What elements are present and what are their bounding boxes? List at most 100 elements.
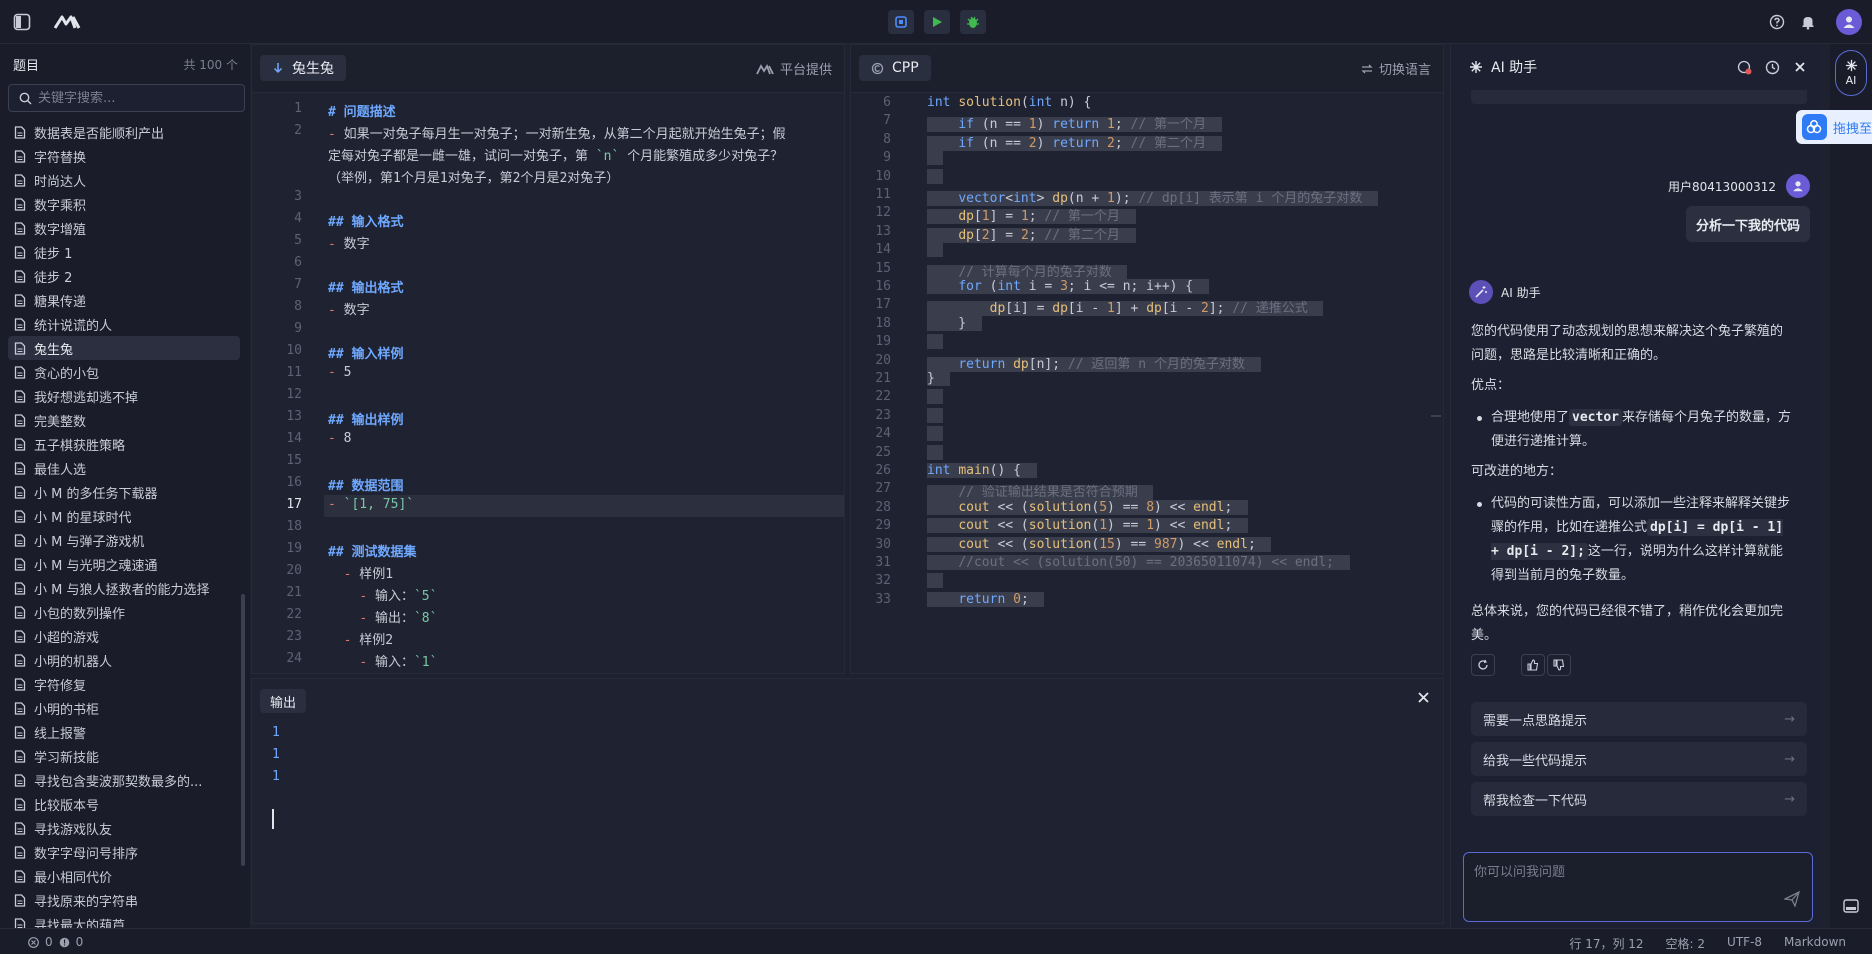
- problem-list-item[interactable]: 时尚达人: [8, 168, 240, 192]
- suggestion-hint[interactable]: 需要一点思路提示 →: [1471, 702, 1807, 736]
- line-number: 26: [875, 463, 891, 478]
- problem-list-item[interactable]: 贪心的小包: [8, 360, 240, 384]
- send-icon[interactable]: [1782, 890, 1801, 911]
- user-avatar[interactable]: [1836, 9, 1862, 35]
- output-cursor[interactable]: [272, 809, 274, 829]
- problem-list-item[interactable]: 数据表是否能顺利产出: [8, 120, 240, 144]
- problem-markdown-editor[interactable]: 1 # 问题描述 2 - 如果一对兔子每月生一对兔子；一对新生兔，从第二个月起就开始生…: [252, 93, 844, 673]
- suggestion-code-hint[interactable]: 给我一些代码提示 →: [1471, 742, 1807, 776]
- help-icon[interactable]: [1766, 11, 1788, 33]
- problem-list-item[interactable]: 小 M 的多任务下载器: [8, 480, 240, 504]
- problem-list-item[interactable]: 我好想逃却逃不掉: [8, 384, 240, 408]
- output-tab[interactable]: 输出: [260, 689, 307, 713]
- problem-list-item[interactable]: 比较版本号: [8, 792, 240, 816]
- regenerate-button[interactable]: [1471, 654, 1495, 676]
- problem-list-item[interactable]: 统计说谎的人: [8, 312, 240, 336]
- problem-list-item[interactable]: 学习新技能: [8, 744, 240, 768]
- code-line: [927, 389, 943, 405]
- language-tab[interactable]: CPP: [859, 55, 931, 81]
- line-number: 24: [286, 651, 302, 666]
- problem-list-item-label: 小明的机器人: [34, 654, 113, 670]
- problem-list-item[interactable]: 小明的书柜: [8, 696, 240, 720]
- suggestion-label: 需要一点思路提示: [1483, 713, 1588, 729]
- notification-bell-icon[interactable]: [1797, 11, 1819, 33]
- problem-list-item[interactable]: 兔生兔: [8, 336, 240, 360]
- markdown-line: - 输出：`8`: [359, 611, 438, 626]
- history-icon[interactable]: [1761, 56, 1783, 78]
- problem-list-item[interactable]: 数字乘积: [8, 192, 240, 216]
- document-icon: [14, 317, 26, 331]
- encoding[interactable]: UTF-8: [1727, 935, 1762, 952]
- markdown-line: - 5: [328, 365, 352, 380]
- new-chat-icon[interactable]: [1733, 56, 1755, 78]
- suggestion-check-code[interactable]: 帮我检查一下代码 →: [1471, 782, 1807, 816]
- stop-button[interactable]: [888, 10, 914, 34]
- problem-list-item[interactable]: 寻找原来的字符串: [8, 888, 240, 912]
- markdown-line: - 8: [328, 431, 352, 446]
- problems-indicator[interactable]: 0 0: [28, 935, 83, 949]
- code-line: [927, 426, 943, 442]
- line-number: 23: [875, 407, 891, 423]
- problem-list-item-label: 贪心的小包: [34, 366, 100, 382]
- problem-list-item[interactable]: 小超的游戏: [8, 624, 240, 648]
- line-number: 14: [875, 242, 891, 258]
- sidebar-scrollbar[interactable]: [241, 594, 245, 866]
- previous-message-fragment: [1471, 90, 1807, 104]
- cursor-position[interactable]: 行 17，列 12: [1569, 935, 1643, 952]
- indentation[interactable]: 空格: 2: [1666, 935, 1706, 952]
- line-number: 12: [875, 205, 891, 221]
- problem-list-item[interactable]: 小包的数列操作: [8, 600, 240, 624]
- search-box[interactable]: [8, 84, 245, 112]
- toggle-sidebar-icon[interactable]: [11, 11, 33, 33]
- problem-list-item-label: 我好想逃却逃不掉: [34, 390, 139, 406]
- problem-list-item[interactable]: 小 M 与狼人拯救者的能力选择: [8, 576, 240, 600]
- ai-question-input[interactable]: [1474, 861, 1774, 911]
- problem-list-item[interactable]: 寻找包含斐波那契数最多的...: [8, 768, 240, 792]
- problem-list-item[interactable]: 徒步 2: [8, 264, 240, 288]
- document-icon: [14, 341, 26, 355]
- problem-list-item[interactable]: 线上报警: [8, 720, 240, 744]
- markdown-line: ## 测试数据集: [328, 545, 417, 560]
- problem-list-item[interactable]: 小明的机器人: [8, 648, 240, 672]
- language-mode[interactable]: Markdown: [1784, 935, 1846, 952]
- document-icon: [14, 461, 26, 475]
- ai-rail-button[interactable]: AI: [1835, 50, 1867, 96]
- problem-list-item[interactable]: 数字增殖: [8, 216, 240, 240]
- markdown-line: # 问题描述: [328, 105, 396, 120]
- problem-list-item[interactable]: 寻找最大的葫芦: [8, 912, 240, 928]
- problem-tab[interactable]: 兔生兔: [260, 55, 346, 81]
- ai-input-box[interactable]: [1463, 852, 1813, 922]
- dislike-button[interactable]: [1547, 654, 1571, 676]
- code-line: [927, 573, 943, 589]
- close-ai-icon[interactable]: [1789, 56, 1811, 78]
- search-input[interactable]: [38, 90, 238, 106]
- problem-list-item[interactable]: 字符替换: [8, 144, 240, 168]
- switch-language-button[interactable]: 切换语言: [1361, 59, 1431, 78]
- problem-list-item[interactable]: 数字字母问号排序: [8, 840, 240, 864]
- problem-list-item[interactable]: 糖果传递: [8, 288, 240, 312]
- document-icon: [14, 197, 26, 211]
- line-number: 13: [875, 223, 891, 239]
- problem-list-item[interactable]: 字符修复: [8, 672, 240, 696]
- problem-list-item[interactable]: 寻找游戏队友: [8, 816, 240, 840]
- problem-list-item[interactable]: 徒步 1: [8, 240, 240, 264]
- problem-list-item[interactable]: 最佳人选: [8, 456, 240, 480]
- problem-list-item[interactable]: 小 M 与弹子游戏机: [8, 528, 240, 552]
- sidebar-header: 题目 共 100 个: [13, 54, 238, 74]
- problem-list-item[interactable]: 五子棋获胜策略: [8, 432, 240, 456]
- terminal-panel-icon[interactable]: [1843, 898, 1859, 918]
- close-output-icon[interactable]: [1418, 691, 1429, 707]
- problem-list-item-label: 兔生兔: [34, 342, 74, 358]
- debug-button[interactable]: [960, 10, 986, 34]
- line-number: 16: [286, 475, 302, 490]
- problem-list-item-label: 最小相同代价: [34, 870, 113, 886]
- code-editor[interactable]: 6 int solution(int n) { 7 if (n == 1) ret…: [851, 93, 1443, 673]
- problem-list-item[interactable]: 完美整数: [8, 408, 240, 432]
- problem-list-item[interactable]: 最小相同代价: [8, 864, 240, 888]
- line-number: 5: [294, 233, 302, 248]
- drag-hint-widget[interactable]: 拖拽至: [1796, 110, 1872, 144]
- problem-list-item[interactable]: 小 M 与光明之魂速通: [8, 552, 240, 576]
- run-button[interactable]: [924, 10, 950, 34]
- like-button[interactable]: [1521, 654, 1545, 676]
- problem-list-item[interactable]: 小 M 的星球时代: [8, 504, 240, 528]
